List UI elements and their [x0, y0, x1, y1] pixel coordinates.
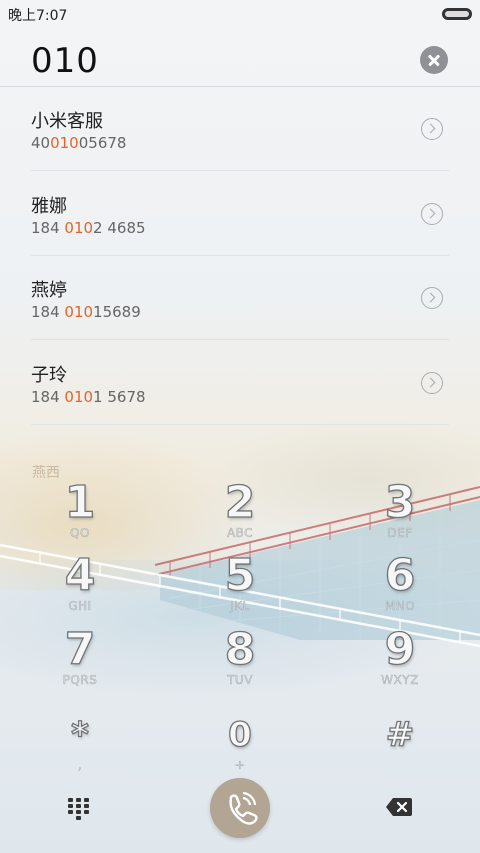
key-letters: +	[234, 758, 246, 772]
key-letters: TUV	[227, 673, 253, 687]
key-star[interactable]: *,	[20, 712, 140, 784]
contact-row[interactable]: 子玲 184 0101 5678	[0, 341, 480, 425]
contact-row[interactable]: 雅娜 184 0102 4685	[0, 172, 480, 256]
backspace-icon[interactable]	[385, 797, 413, 817]
key-letters: GHI	[68, 599, 92, 613]
key-letters: MNO	[384, 599, 416, 613]
contact-number: 184 0101 5678	[31, 388, 146, 406]
contact-row[interactable]: 小米客服 4001005678	[0, 87, 480, 171]
dialpad-icon[interactable]	[68, 798, 92, 820]
number-match: 010	[64, 387, 94, 406]
key-5[interactable]: 5 JKL	[180, 550, 300, 625]
number-suffix: 1 5678	[93, 387, 146, 406]
key-letters: DEF	[387, 526, 413, 540]
chevron-right-icon[interactable]	[421, 287, 443, 309]
contact-number: 184 0102 4685	[31, 219, 146, 237]
chevron-right-icon[interactable]	[421, 202, 443, 225]
number-suffix: 2 4685	[93, 218, 146, 237]
contact-name: 雅娜	[31, 195, 67, 217]
key-digit: 6	[384, 550, 416, 601]
key-letters: ,	[77, 758, 83, 772]
contact-row[interactable]: 燕婷 184 01015689	[0, 256, 480, 340]
key-4[interactable]: 4 GHI	[20, 550, 140, 625]
key-digit: 9	[384, 624, 416, 675]
number-suffix: 05678	[78, 134, 127, 152]
contact-name: 小米客服	[31, 111, 103, 132]
key-9[interactable]: 9 WXYZ	[340, 624, 460, 699]
number-prefix: 184	[31, 387, 65, 406]
key-1[interactable]: 1 QO	[20, 477, 140, 552]
number-match: 010	[64, 303, 94, 321]
key-6[interactable]: 6 MNO	[340, 550, 460, 625]
key-0[interactable]: 0 +	[180, 712, 300, 784]
number-prefix: 184	[31, 218, 65, 237]
contact-number: 4001005678	[31, 134, 126, 152]
status-bar: 晚上7:07	[0, 0, 480, 28]
number-suffix: 15689	[93, 303, 141, 321]
key-letters: WXYZ	[381, 673, 419, 687]
number-match: 010	[50, 134, 79, 152]
key-letters: ABC	[226, 526, 254, 540]
chevron-right-icon[interactable]	[421, 371, 443, 394]
key-digit: 1	[64, 477, 96, 528]
dialed-number-field[interactable]: 010	[0, 36, 480, 88]
chevron-right-icon[interactable]	[421, 118, 443, 140]
key-digit: 4	[64, 550, 96, 601]
key-2[interactable]: 2 ABC	[180, 477, 300, 552]
key-digit: 2	[224, 477, 256, 528]
key-digit: *	[70, 714, 89, 755]
dialed-number: 010	[31, 41, 99, 81]
number-match: 010	[64, 218, 94, 237]
key-letters: JKL	[230, 599, 250, 613]
clear-icon[interactable]	[420, 46, 448, 74]
row-divider	[31, 423, 449, 425]
key-digit: 7	[64, 624, 96, 675]
key-hash[interactable]: #	[340, 712, 460, 784]
call-icon	[229, 791, 258, 825]
contact-number: 184 01015689	[31, 303, 141, 321]
key-digit: 0	[228, 714, 253, 755]
bottom-bar	[0, 778, 480, 838]
partial-contact-name: 燕西	[32, 465, 60, 481]
key-letters: QO	[70, 526, 90, 540]
number-prefix: 40	[31, 134, 51, 152]
call-button[interactable]	[210, 778, 270, 838]
contact-name: 子玲	[31, 364, 67, 386]
status-time: 晚上7:07	[8, 8, 68, 24]
key-letters: PQRS	[62, 673, 98, 687]
key-digit: #	[385, 714, 415, 755]
battery-icon	[442, 8, 472, 20]
key-digit: 3	[384, 477, 416, 528]
contact-name: 燕婷	[31, 280, 67, 301]
key-7[interactable]: 7 PQRS	[20, 624, 140, 699]
key-8[interactable]: 8 TUV	[180, 624, 300, 699]
number-prefix: 184	[31, 303, 65, 321]
key-3[interactable]: 3 DEF	[340, 477, 460, 552]
key-digit: 5	[224, 550, 256, 601]
key-digit: 8	[224, 624, 256, 675]
